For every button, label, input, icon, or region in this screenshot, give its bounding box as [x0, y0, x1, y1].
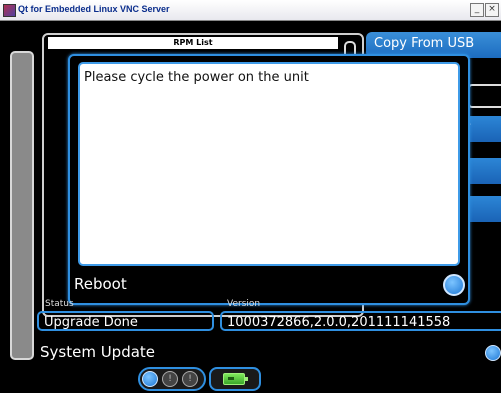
close-icon[interactable]: ×	[485, 3, 499, 17]
window-controls: _ ×	[470, 3, 499, 17]
page-dot-3[interactable]: !	[182, 371, 198, 387]
app-area: RPM List Copy From USB r Please cycle th…	[0, 21, 501, 393]
left-panel	[10, 51, 34, 360]
version-field: 1000372866,2.0.0,201111141558	[220, 311, 501, 331]
page-indicator: ! !	[138, 367, 206, 391]
version-label: Version	[227, 299, 261, 309]
minimize-icon[interactable]: _	[470, 3, 484, 17]
status-field: Upgrade Done	[37, 311, 214, 331]
page-title: System Update	[40, 343, 156, 361]
dialog-title: Reboot	[74, 275, 127, 293]
app-icon	[3, 4, 16, 17]
reboot-dialog: Please cycle the power on the unit Reboo…	[68, 54, 470, 305]
dialog-message-box: Please cycle the power on the unit	[78, 62, 460, 266]
page-dot-2[interactable]: !	[162, 371, 178, 387]
scroll-indicator-icon[interactable]	[485, 345, 501, 361]
page-dot-active[interactable]	[142, 371, 158, 387]
dialog-ok-button[interactable]	[443, 274, 465, 296]
window-titlebar: Qt for Embedded Linux VNC Server _ ×	[0, 0, 501, 21]
battery-icon	[223, 373, 248, 385]
status-label: Status	[45, 299, 74, 309]
dialog-message: Please cycle the power on the unit	[84, 70, 309, 85]
right-outline-field[interactable]	[468, 84, 501, 108]
rpm-list-header: RPM List	[48, 37, 338, 49]
window-title: Qt for Embedded Linux VNC Server	[18, 4, 170, 14]
battery-button[interactable]	[209, 367, 261, 391]
